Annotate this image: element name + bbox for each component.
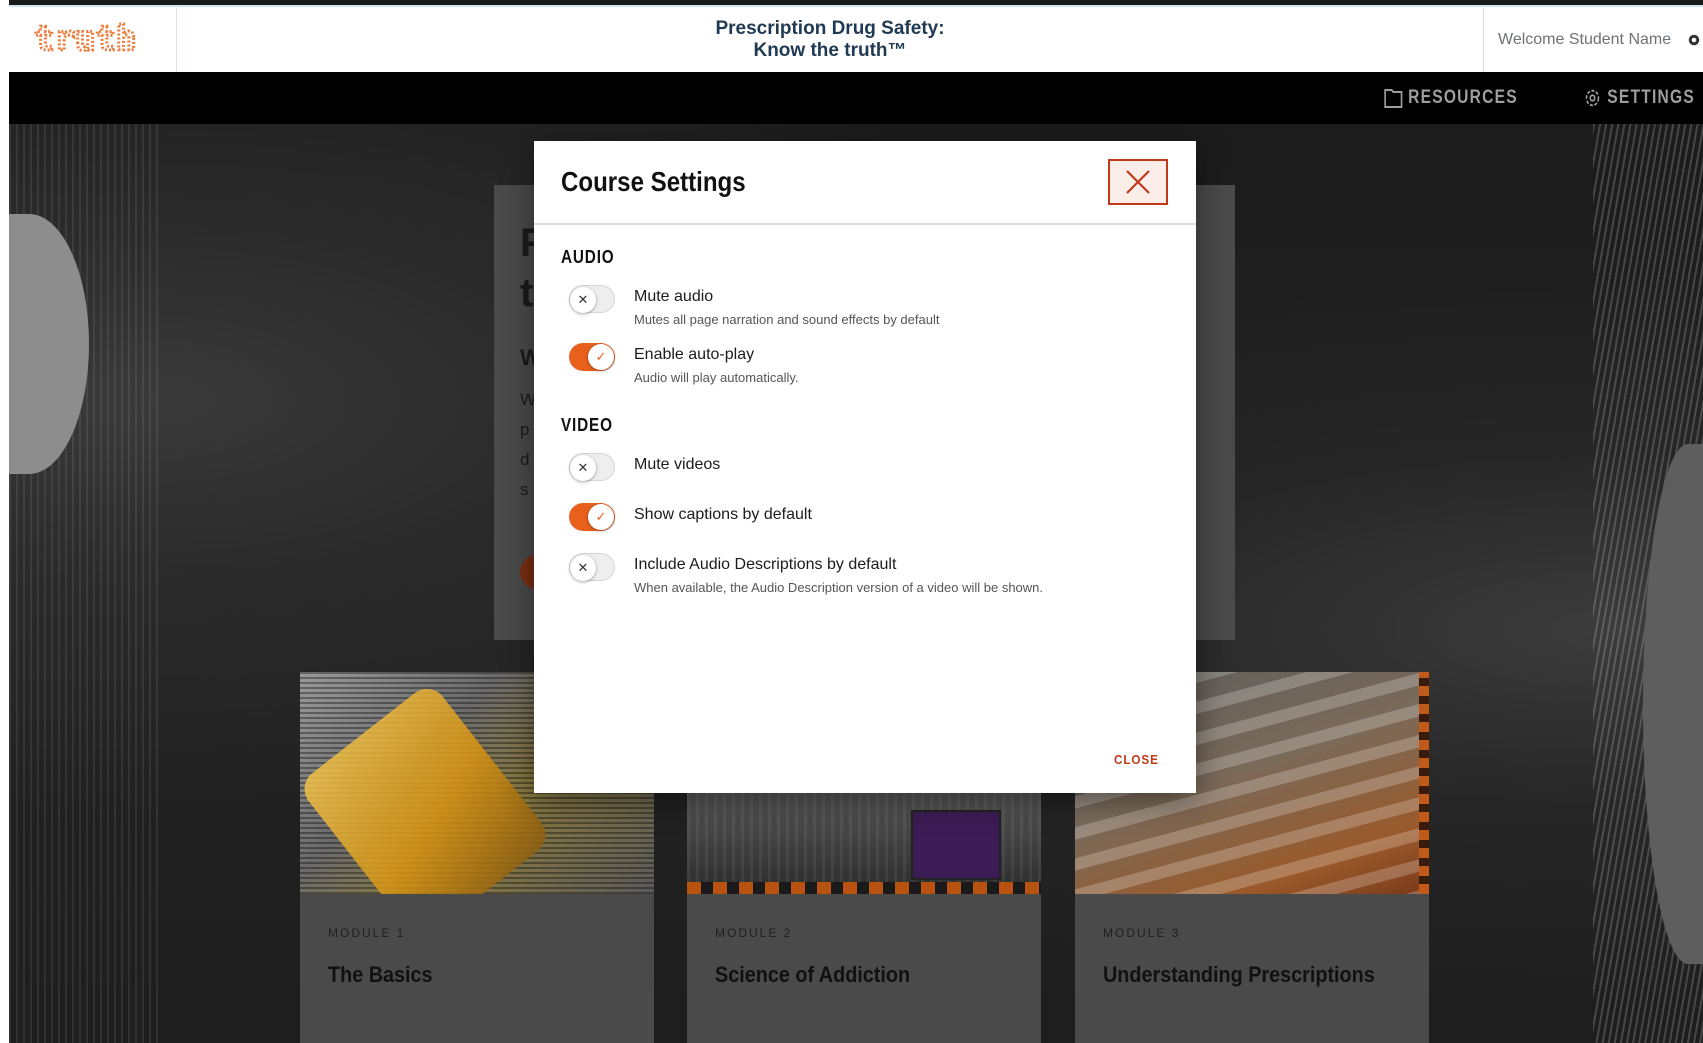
dialog-header: Course Settings: [534, 141, 1196, 225]
dialog-title: Course Settings: [561, 166, 746, 197]
setting-label: Show captions by default: [634, 506, 812, 523]
module-title: Science of Addiction: [715, 962, 911, 987]
module-kicker: MODULE 3: [1103, 926, 1181, 940]
x-mark-icon: ✕: [570, 287, 596, 313]
setting-description: Audio will play automatically.: [634, 370, 799, 385]
settings-label: SETTINGS: [1607, 87, 1695, 108]
setting-audio-descriptions: ✕ Include Audio Descriptions by default …: [561, 553, 1169, 595]
module-title: Understanding Prescriptions: [1103, 962, 1375, 987]
close-button[interactable]: [1108, 159, 1168, 205]
module-kicker: MODULE 2: [715, 926, 793, 940]
x-mark-icon: ✕: [570, 455, 596, 481]
resources-label: RESOURCES: [1408, 87, 1518, 108]
check-mark-icon: ✓: [588, 344, 614, 370]
frame-border: [0, 0, 9, 1043]
course-settings-dialog: Course Settings AUDIO ✕ Mute audio Mutes…: [534, 141, 1196, 793]
video-section-label: VIDEO: [561, 415, 613, 435]
setting-label: Mute videos: [634, 456, 721, 473]
module-title: The Basics: [328, 962, 433, 987]
enable-autoplay-toggle[interactable]: ✓: [569, 343, 615, 371]
top-nav: RESOURCES SETTINGS: [9, 72, 1703, 124]
svg-text:truth: truth: [34, 20, 136, 59]
setting-label: Mute audio: [634, 288, 714, 305]
setting-mute-videos: ✕ Mute videos: [561, 453, 1169, 481]
setting-enable-autoplay: ✓ Enable auto-play Audio will play autom…: [561, 343, 1169, 385]
audio-section-label: AUDIO: [561, 247, 615, 267]
mute-audio-toggle[interactable]: ✕: [569, 285, 615, 313]
settings-button[interactable]: SETTINGS: [1583, 87, 1695, 109]
setting-label: Enable auto-play: [634, 346, 755, 363]
hero-heading-fragment: t: [520, 271, 534, 315]
gear-icon[interactable]: [1685, 31, 1703, 49]
gear-icon: [1585, 89, 1600, 107]
close-icon: [1126, 170, 1150, 194]
setting-description: Mutes all page narration and sound effec…: [634, 312, 940, 327]
setting-mute-audio: ✕ Mute audio Mutes all page narration an…: [561, 285, 1169, 327]
pill-bottle-graphic: [300, 680, 554, 894]
logo[interactable]: truth: [9, 7, 177, 72]
film-strip-graphic: [687, 882, 1041, 894]
audio-descriptions-toggle[interactable]: ✕: [569, 553, 615, 581]
dialog-body: AUDIO ✕ Mute audio Mutes all page narrat…: [534, 225, 1196, 595]
course-title-line2: Know the truth™: [753, 39, 907, 61]
truth-logo-icon: truth: [32, 20, 137, 60]
course-title-line1: Prescription Drug Safety:: [715, 17, 945, 39]
mute-videos-toggle[interactable]: ✕: [569, 453, 615, 481]
module-kicker: MODULE 1: [328, 926, 406, 940]
x-mark-icon: ✕: [570, 555, 596, 581]
resources-button[interactable]: RESOURCES: [1384, 87, 1518, 109]
top-header: truth Prescription Drug Safety: Know the…: [9, 5, 1703, 72]
setting-show-captions: ✓ Show captions by default: [561, 503, 1169, 531]
welcome-text: Welcome Student Name: [1498, 30, 1672, 48]
check-mark-icon: ✓: [588, 504, 614, 530]
setting-description: When available, the Audio Description ve…: [634, 580, 1044, 595]
screen-graphic: [911, 810, 1001, 880]
folder-icon: [1384, 89, 1403, 108]
user-welcome[interactable]: Welcome Student Name: [1483, 7, 1703, 72]
show-captions-toggle[interactable]: ✓: [569, 503, 615, 531]
course-title: Prescription Drug Safety: Know the truth…: [177, 7, 1483, 72]
hero-text-fragment: d: [520, 450, 530, 469]
hero-text-fragment: p: [520, 420, 530, 439]
hero-text-fragment: s: [520, 480, 529, 499]
setting-label: Include Audio Descriptions by default: [634, 556, 897, 573]
close-link[interactable]: CLOSE: [1114, 752, 1159, 767]
